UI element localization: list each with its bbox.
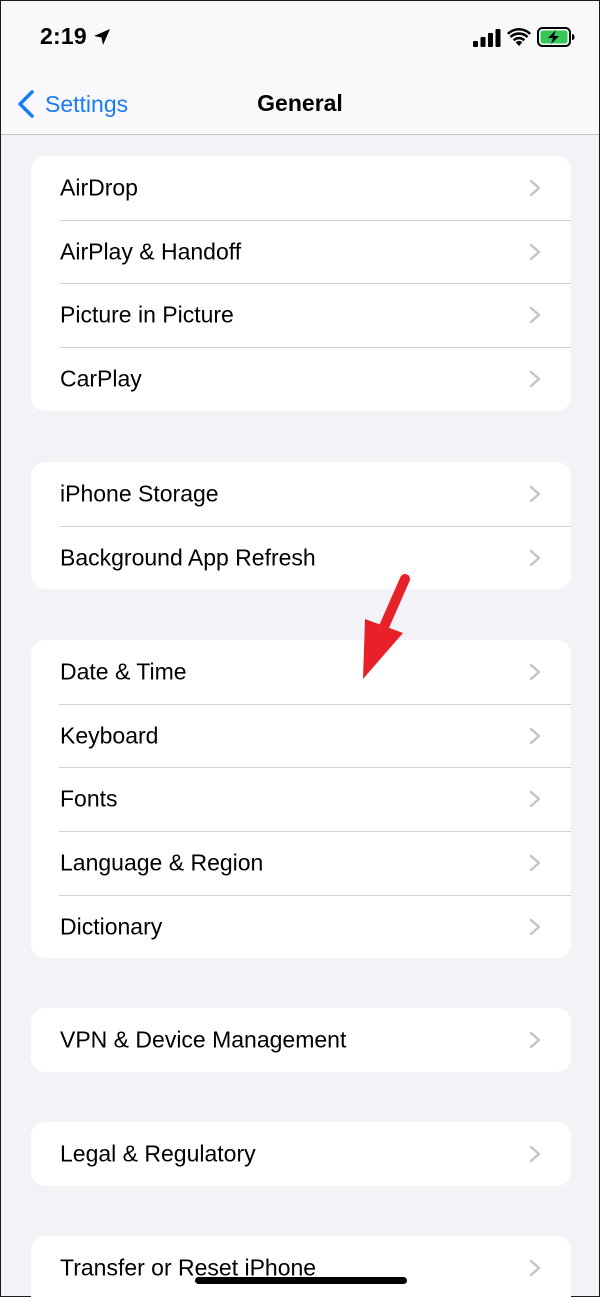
row-label: Legal & Regulatory	[60, 1140, 256, 1167]
row-airdrop[interactable]: AirDrop	[31, 156, 571, 220]
settings-group-sharing: AirDrop AirPlay & Handoff Picture in Pic…	[31, 156, 571, 411]
chevron-right-icon	[529, 727, 541, 744]
page-title: General	[257, 90, 343, 116]
row-label: AirDrop	[60, 174, 138, 201]
row-background-app-refresh[interactable]: Background App Refresh	[31, 525, 571, 590]
chevron-right-icon	[529, 243, 541, 260]
chevron-right-icon	[529, 663, 541, 681]
row-label: AirPlay & Handoff	[60, 238, 242, 265]
chevron-right-icon	[529, 307, 541, 324]
wifi-icon	[507, 28, 531, 46]
row-label: Date & Time	[60, 658, 187, 685]
row-label: Background App Refresh	[60, 544, 316, 571]
chevron-right-icon	[529, 854, 541, 872]
home-indicator[interactable]	[195, 1277, 407, 1284]
chevron-right-icon	[529, 1259, 541, 1277]
row-dictionary[interactable]: Dictionary	[31, 894, 571, 959]
status-time: 2:19	[40, 23, 87, 49]
location-arrow-icon	[94, 29, 110, 45]
row-transfer-reset-iphone[interactable]: Transfer or Reset iPhone	[31, 1236, 571, 1297]
chevron-right-icon	[529, 370, 541, 388]
row-picture-in-picture[interactable]: Picture in Picture	[31, 283, 571, 347]
row-fonts[interactable]: Fonts	[31, 767, 571, 831]
cellular-signal-icon	[473, 29, 501, 47]
chevron-right-icon	[529, 918, 541, 935]
navigation-bar: Settings General	[1, 73, 599, 135]
row-language-region[interactable]: Language & Region	[31, 831, 571, 895]
chevron-right-icon	[529, 179, 541, 197]
row-iphone-storage[interactable]: iPhone Storage	[31, 462, 571, 526]
row-date-time[interactable]: Date & Time	[31, 640, 571, 704]
row-label: Picture in Picture	[60, 301, 234, 328]
settings-group-storage: iPhone Storage Background App Refresh	[31, 462, 571, 590]
row-label: CarPlay	[60, 365, 142, 392]
row-label: Fonts	[60, 785, 118, 812]
row-legal-regulatory[interactable]: Legal & Regulatory	[31, 1122, 571, 1186]
chevron-right-icon	[529, 1031, 541, 1049]
settings-group-reset: Transfer or Reset iPhone	[31, 1236, 571, 1297]
settings-group-locale: Date & Time Keyboard Fonts Language & Re…	[31, 640, 571, 959]
chevron-right-icon	[529, 1145, 541, 1163]
row-label: Language & Region	[60, 849, 264, 876]
settings-group-vpn: VPN & Device Management	[31, 1008, 571, 1072]
row-carplay[interactable]: CarPlay	[31, 347, 571, 411]
row-label: VPN & Device Management	[60, 1026, 347, 1053]
row-label: iPhone Storage	[60, 480, 219, 507]
row-label: Keyboard	[60, 722, 159, 749]
chevron-right-icon	[529, 485, 541, 503]
battery-charging-icon	[537, 27, 575, 47]
chevron-right-icon	[529, 549, 541, 566]
settings-group-legal: Legal & Regulatory	[31, 1122, 571, 1186]
annotation-arrow-icon	[363, 574, 410, 679]
row-airplay-handoff[interactable]: AirPlay & Handoff	[31, 219, 571, 284]
row-label: Dictionary	[60, 913, 163, 940]
status-bar: 2:19	[1, 1, 599, 73]
chevron-right-icon	[529, 791, 541, 808]
row-keyboard[interactable]: Keyboard	[31, 703, 571, 768]
row-vpn-device-management[interactable]: VPN & Device Management	[31, 1008, 571, 1072]
